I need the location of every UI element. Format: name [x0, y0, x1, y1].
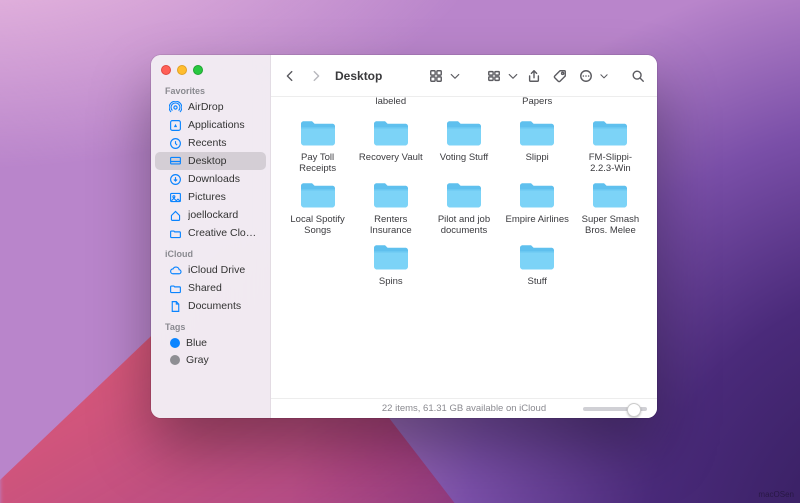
sidebar-item-tag-blue[interactable]: Blue	[155, 334, 266, 351]
downloads-icon	[169, 173, 182, 186]
sidebar-item-label: Documents	[188, 300, 241, 312]
recents-icon	[169, 137, 182, 150]
sidebar-item-applications[interactable]: Applications	[155, 116, 266, 134]
sidebar-item-label: Pictures	[188, 191, 226, 203]
list-item	[285, 241, 350, 299]
tag-dot-icon	[170, 338, 180, 348]
chevron-down-icon	[507, 65, 519, 87]
sidebar-item-pictures[interactable]: Pictures	[155, 188, 266, 206]
sidebar-item-label: Recents	[188, 137, 227, 149]
sidebar-item-label: Applications	[188, 119, 245, 131]
sidebar-item-shared[interactable]: Shared	[155, 279, 266, 297]
sidebar-item-tag-gray[interactable]: Gray	[155, 351, 266, 368]
list-item[interactable]: Voting Stuff	[431, 117, 496, 175]
status-text: 22 items, 61.31 GB available on iCloud	[382, 403, 546, 414]
toolbar: Desktop	[271, 55, 657, 97]
list-item[interactable]: Recovery Vault	[358, 117, 423, 175]
sidebar-item-label: iCloud Drive	[188, 264, 245, 276]
sidebar-item-creative-cloud[interactable]: Creative Cloud…	[155, 224, 266, 242]
icon-size-slider[interactable]	[583, 407, 647, 411]
document-icon	[169, 300, 182, 313]
list-item[interactable]	[578, 97, 643, 111]
list-item[interactable]: Empire Airlines	[505, 179, 570, 237]
airdrop-icon	[169, 101, 182, 114]
list-item[interactable]: Spins	[358, 241, 423, 299]
list-item[interactable]: Pilot and job documents	[431, 179, 496, 237]
sidebar: Favorites AirDrop Applications Recents D…	[151, 55, 271, 418]
sidebar-item-home[interactable]: joellockard	[155, 206, 266, 224]
list-item[interactable]: FM-Slippi-2.2.3-Win	[578, 117, 643, 175]
chevron-down-icon	[449, 65, 461, 87]
shared-folder-icon	[169, 282, 182, 295]
folder-icon	[297, 117, 339, 151]
icon-grid: labeled Papers Pay Toll Receipts Recover…	[271, 97, 657, 398]
sidebar-item-documents[interactable]: Documents	[155, 297, 266, 315]
applications-icon	[169, 119, 182, 132]
fullscreen-window-button[interactable]	[193, 65, 203, 75]
close-window-button[interactable]	[161, 65, 171, 75]
sidebar-item-recents[interactable]: Recents	[155, 134, 266, 152]
folder-icon	[443, 117, 485, 151]
folder-icon	[516, 241, 558, 275]
chevron-down-icon	[599, 65, 609, 87]
list-item[interactable]: Renters Insurance	[358, 179, 423, 237]
watermark: macOSen	[758, 490, 794, 499]
sidebar-item-label: Creative Cloud…	[188, 227, 260, 239]
list-item	[431, 241, 496, 299]
group-by-button[interactable]	[483, 65, 519, 87]
sidebar-item-label: joellockard	[188, 209, 238, 221]
folder-icon	[443, 179, 485, 213]
sidebar-item-downloads[interactable]: Downloads	[155, 170, 266, 188]
folder-icon	[370, 179, 412, 213]
sidebar-item-icloud-drive[interactable]: iCloud Drive	[155, 261, 266, 279]
view-mode-button[interactable]	[425, 65, 461, 87]
folder-icon	[370, 117, 412, 151]
list-item[interactable]: Stuff	[505, 241, 570, 299]
sidebar-heading-tags: Tags	[151, 319, 270, 334]
folder-icon	[589, 117, 631, 151]
sidebar-heading-favorites: Favorites	[151, 83, 270, 98]
tags-button[interactable]	[549, 65, 571, 87]
folder-icon	[516, 117, 558, 151]
folder-icon	[589, 179, 631, 213]
icloud-icon	[169, 264, 182, 277]
back-button[interactable]	[279, 65, 301, 87]
list-item[interactable]: Papers	[505, 97, 570, 111]
minimize-window-button[interactable]	[177, 65, 187, 75]
forward-button[interactable]	[305, 65, 327, 87]
list-item[interactable]: labeled	[358, 97, 423, 111]
sidebar-item-label: Gray	[186, 354, 209, 366]
sidebar-heading-icloud: iCloud	[151, 246, 270, 261]
sidebar-item-label: Desktop	[188, 155, 227, 167]
folder-icon	[516, 179, 558, 213]
status-bar: 22 items, 61.31 GB available on iCloud	[271, 398, 657, 418]
list-item[interactable]	[431, 97, 496, 111]
action-menu-button[interactable]	[575, 65, 609, 87]
list-item	[578, 241, 643, 299]
desktop-icon	[169, 155, 182, 168]
folder-icon	[169, 227, 182, 240]
pictures-icon	[169, 191, 182, 204]
sidebar-item-label: Shared	[188, 282, 222, 294]
list-item[interactable]: Super Smash Bros. Melee	[578, 179, 643, 237]
folder-icon	[297, 179, 339, 213]
list-item[interactable]	[285, 97, 350, 111]
sidebar-item-airdrop[interactable]: AirDrop	[155, 98, 266, 116]
sidebar-item-label: Downloads	[188, 173, 240, 185]
window-title: Desktop	[335, 69, 382, 83]
home-icon	[169, 209, 182, 222]
share-button[interactable]	[523, 65, 545, 87]
window-controls	[151, 55, 270, 81]
list-item[interactable]: Local Spotify Songs	[285, 179, 350, 237]
list-item[interactable]: Slippi	[505, 117, 570, 175]
sidebar-item-desktop[interactable]: Desktop	[155, 152, 266, 170]
tag-dot-icon	[170, 355, 180, 365]
search-button[interactable]	[627, 65, 649, 87]
finder-window: Favorites AirDrop Applications Recents D…	[151, 55, 657, 418]
list-item[interactable]: Pay Toll Receipts	[285, 117, 350, 175]
sidebar-item-label: AirDrop	[188, 101, 224, 113]
folder-icon	[370, 241, 412, 275]
sidebar-item-label: Blue	[186, 337, 207, 349]
main-pane: Desktop	[271, 55, 657, 418]
